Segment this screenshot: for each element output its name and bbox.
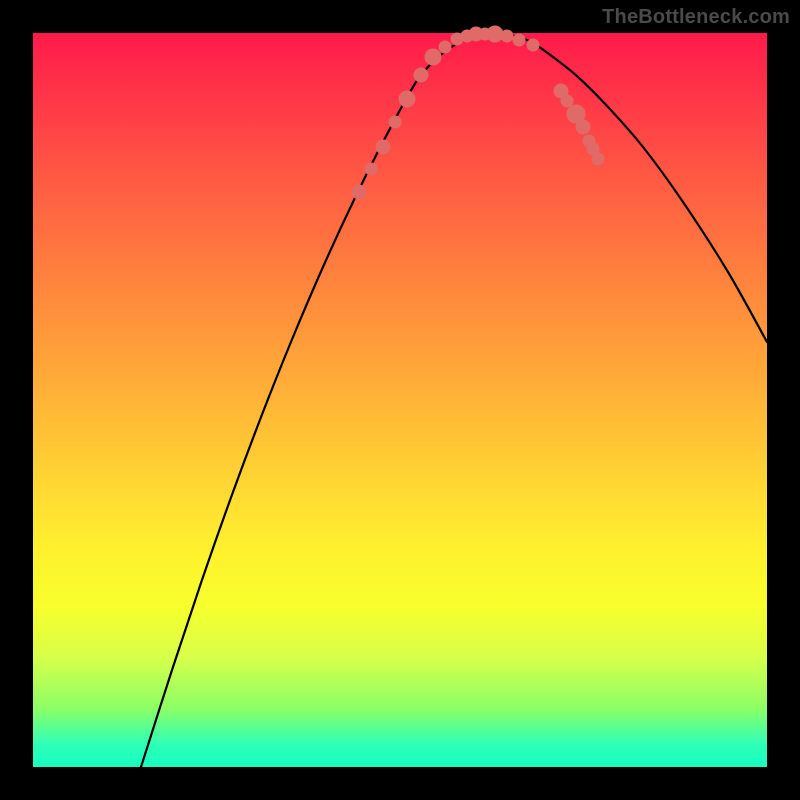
curve-line: [141, 34, 767, 767]
curve-marker: [501, 30, 513, 42]
curve-marker: [414, 68, 428, 82]
curve-marker: [352, 185, 366, 199]
curve-marker: [425, 49, 441, 65]
curve-marker: [487, 26, 503, 42]
watermark-text: TheBottleneck.com: [602, 6, 790, 29]
curve-markers: [352, 26, 604, 199]
plot-area: [33, 33, 767, 767]
curve-marker: [576, 120, 590, 134]
curve-marker: [389, 116, 401, 128]
curve-marker: [399, 91, 415, 107]
chart-frame: TheBottleneck.com: [0, 0, 800, 800]
curve-marker: [592, 153, 604, 165]
curve-marker: [513, 34, 525, 46]
curve-marker: [365, 163, 377, 175]
curve-marker: [527, 39, 539, 51]
curve-marker: [561, 95, 573, 107]
bottleneck-curve: [33, 33, 767, 767]
curve-marker: [376, 140, 390, 154]
curve-marker: [439, 41, 451, 53]
